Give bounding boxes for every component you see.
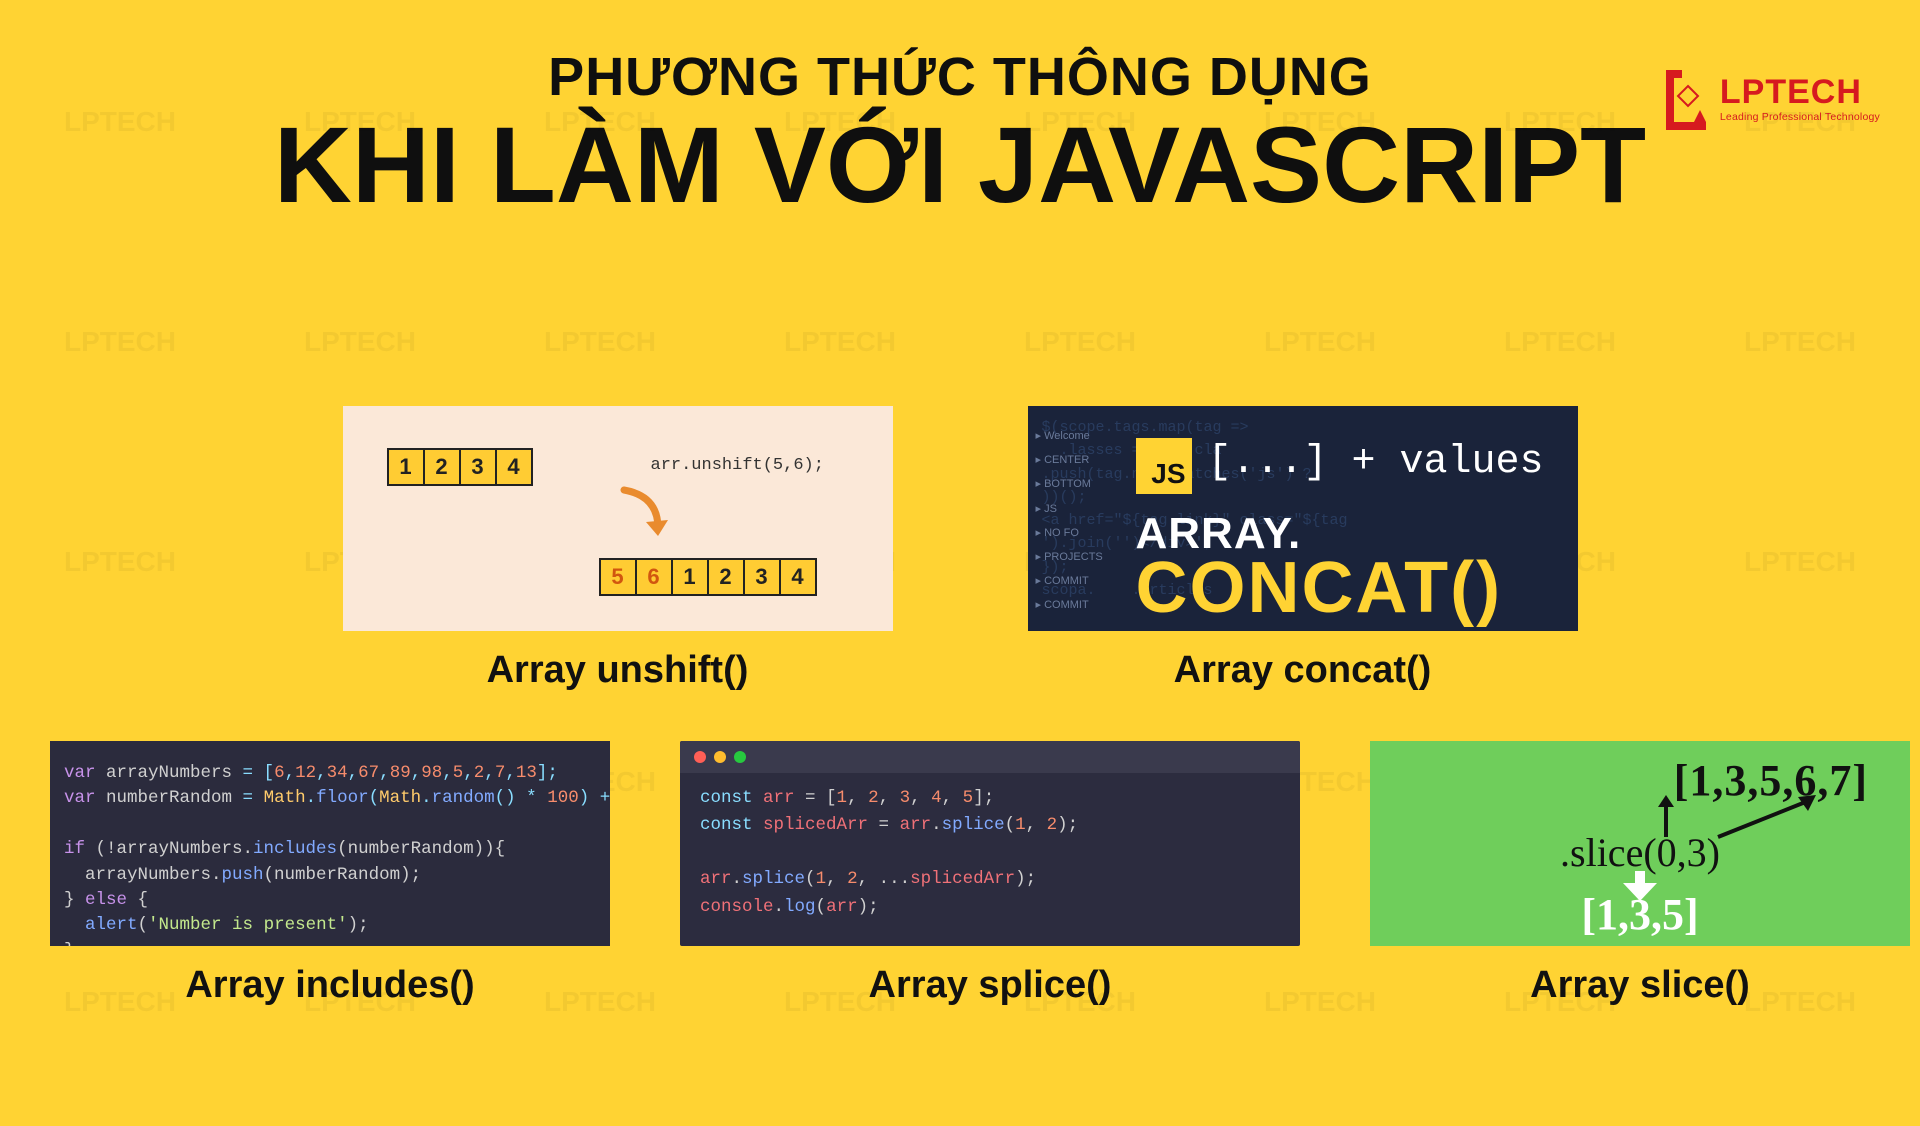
concat-illustration: $(scope.tags.map(tag => .lasses = (tag.c… (1028, 406, 1578, 631)
concat-sidebar: ▸ Welcome▸ CENTER▸ BOTTOM▸ JS▸ NO FO▸ PR… (1036, 424, 1103, 618)
heading-title: KHI LÀM VỚI JAVASCRIPT (0, 108, 1920, 221)
sidebar-item: ▸ NO FO (1036, 521, 1103, 545)
splice-illustration: const arr = [1, 2, 3, 4, 5]; const splic… (680, 741, 1300, 946)
close-dot-icon (694, 751, 706, 763)
watermark: LPTECHLPTECHLPTECHLPTECHLPTECHLPTECHLPTE… (0, 326, 1920, 358)
array-cell: 5 (599, 558, 637, 596)
sidebar-item: ▸ JS (1036, 497, 1103, 521)
card-label: Array splice() (869, 964, 1112, 1007)
sidebar-item: ▸ COMMIT (1036, 569, 1103, 593)
array-cell: 3 (459, 448, 497, 486)
js-badge-icon: JS (1136, 438, 1192, 494)
arrow-down-icon (618, 486, 668, 546)
array-cell: 1 (671, 558, 709, 596)
unshift-illustration: 1234 arr.unshift(5,6); 561234 (343, 406, 893, 631)
card-splice: const arr = [1, 2, 3, 4, 5]; const splic… (680, 741, 1300, 1007)
logo-icon (1658, 68, 1710, 130)
array-cell: 2 (423, 448, 461, 486)
sidebar-item: ▸ BOTTOM (1036, 472, 1103, 496)
sidebar-item: ▸ COMMIT (1036, 593, 1103, 617)
array-cell: 4 (779, 558, 817, 596)
includes-code: var arrayNumbers = [6,12,34,67,89,98,5,2… (50, 741, 610, 946)
card-includes: var arrayNumbers = [6,12,34,67,89,98,5,2… (50, 741, 610, 1007)
sidebar-item: ▸ CENTER (1036, 448, 1103, 472)
logo-tagline: Leading Professional Technology (1720, 111, 1880, 123)
card-label: Array slice() (1530, 964, 1750, 1007)
card-slice: [1,3,5,6,7] .slice(0,3) [1,3,5] Array sl… (1370, 741, 1910, 1007)
array-cell: 2 (707, 558, 745, 596)
slice-result: [1,3,5] (1370, 889, 1910, 940)
concat-line2: CONCAT() (1136, 552, 1503, 624)
maximize-dot-icon (734, 751, 746, 763)
card-label: Array unshift() (487, 649, 749, 692)
brand-logo: LPTECH Leading Professional Technology (1658, 68, 1880, 130)
slice-call: .slice(0,3) (1370, 829, 1910, 876)
card-unshift: 1234 arr.unshift(5,6); 561234 Array unsh… (343, 406, 893, 692)
card-concat: $(scope.tags.map(tag => .lasses = (tag.c… (1028, 406, 1578, 692)
splice-code: const arr = [1, 2, 3, 4, 5]; const splic… (680, 773, 1300, 946)
window-controls (680, 741, 1300, 773)
card-label: Array includes() (185, 964, 474, 1007)
sidebar-item: ▸ PROJECTS (1036, 545, 1103, 569)
array-cell: 3 (743, 558, 781, 596)
unshift-after-cells: 561234 (599, 558, 817, 596)
sidebar-item: ▸ Welcome (1036, 424, 1103, 448)
logo-name: LPTECH (1720, 75, 1880, 109)
minimize-dot-icon (714, 751, 726, 763)
page-heading: PHƯƠNG THỨC THÔNG DỤNG KHI LÀM VỚI JAVAS… (0, 46, 1920, 221)
card-label: Array concat() (1174, 649, 1432, 692)
unshift-code: arr.unshift(5,6); (651, 456, 824, 475)
array-cell: 6 (635, 558, 673, 596)
heading-subtitle: PHƯƠNG THỨC THÔNG DỤNG (0, 46, 1920, 108)
slice-illustration: [1,3,5,6,7] .slice(0,3) [1,3,5] (1370, 741, 1910, 946)
array-cell: 4 (495, 448, 533, 486)
array-cell: 1 (387, 448, 425, 486)
unshift-before-cells: 1234 (387, 448, 533, 486)
concat-expression: [...] + values (1208, 440, 1544, 485)
